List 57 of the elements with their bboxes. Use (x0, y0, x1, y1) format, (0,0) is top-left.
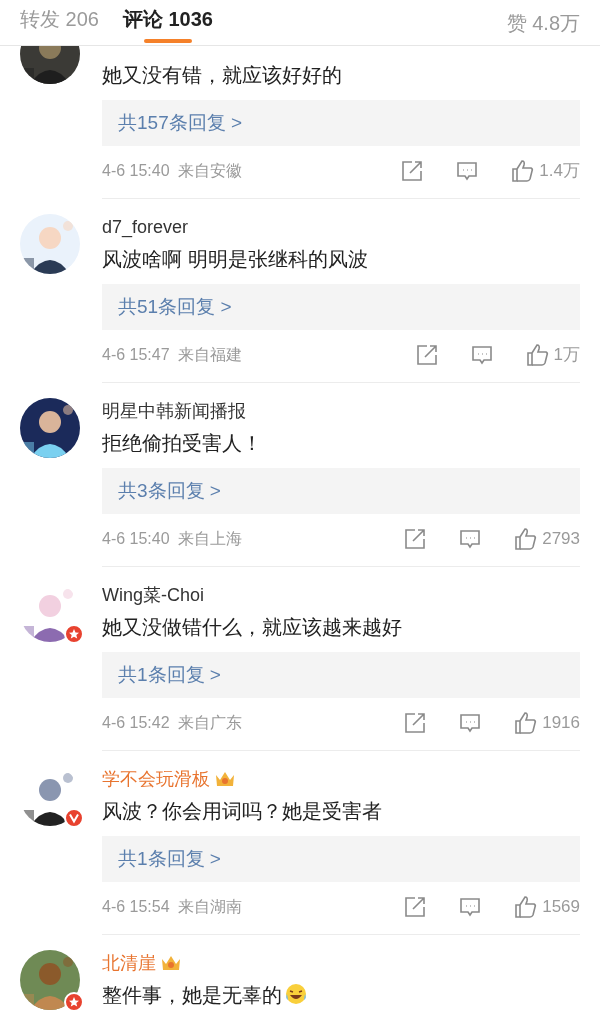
thumbs-up-icon[interactable] (514, 527, 539, 551)
replies-link[interactable]: 共3条回复 > (118, 476, 221, 506)
replies-panel[interactable]: 共3条回复 > (102, 468, 580, 514)
comment-icon[interactable] (459, 528, 482, 550)
comment-location: 来自上海 (177, 529, 242, 549)
comment-text: 风波？你会用词吗？她是受害者 (102, 800, 382, 822)
thumbs-up-icon[interactable] (514, 895, 539, 919)
user-name[interactable]: 明星中韩新闻播报 (102, 397, 246, 425)
comment-location: 来自福建 (177, 345, 242, 365)
thumbs-up-icon[interactable] (511, 159, 536, 183)
replies-link[interactable]: 共1条回复 > (118, 660, 221, 690)
user-name[interactable]: 学不会玩滑板 (102, 765, 210, 793)
comment-location: 来自广东 (177, 713, 242, 733)
share-icon[interactable] (401, 160, 424, 182)
comment-icon[interactable] (459, 896, 482, 918)
share-icon[interactable] (404, 896, 427, 918)
replies-panel[interactable]: 共51条回复 > (102, 284, 580, 330)
replies-panel[interactable]: 共1条回复 > (102, 836, 580, 882)
comment-time: 4-6 15:42 (102, 713, 170, 733)
likes-total: 赞 4.8万 (506, 10, 580, 36)
replies-link[interactable]: 共157条回复 > (118, 108, 243, 138)
user-name[interactable]: Wing菜-Choi (102, 581, 205, 609)
user-name[interactable]: 北清崖 (102, 949, 156, 977)
comment-icon[interactable] (459, 712, 482, 734)
tab[interactable]: 转发 206 (20, 0, 99, 46)
comment-text: 她又没做错什么，就应该越来越好 (102, 616, 402, 638)
share-icon[interactable] (404, 528, 427, 550)
comment-text: 整件事，她是无辜的 (102, 984, 282, 1006)
replies-link[interactable]: 共1条回复 > (118, 844, 221, 874)
like-count: 1569 (542, 896, 580, 919)
thumbs-up-icon[interactable] (514, 711, 539, 735)
comment-time: 4-6 15:54 (102, 897, 170, 917)
replies-link[interactable]: 共51条回复 > (118, 292, 232, 322)
verified-badge-icon (64, 808, 84, 828)
comment-time: 4-6 15:47 (102, 345, 170, 365)
comment-icon[interactable] (456, 160, 479, 182)
comment-time: 4-6 15:40 (102, 161, 170, 181)
comment-text: 风波啥啊 明明是张继科的风波 (102, 248, 368, 270)
thumbs-up-icon[interactable] (525, 343, 550, 367)
comment-icon[interactable] (470, 344, 493, 366)
replies-panel[interactable]: 共157条回复 > (102, 100, 580, 146)
comment-time: 4-6 15:40 (102, 529, 170, 549)
replies-panel[interactable]: 共1条回复 > (102, 652, 580, 698)
like-count: 1万 (553, 344, 580, 367)
share-icon[interactable] (415, 344, 438, 366)
like-count: 2793 (542, 528, 580, 551)
star-badge-icon (64, 624, 84, 644)
tab[interactable]: 评论 1036 (122, 0, 213, 46)
like-count: 1.4万 (539, 160, 580, 183)
like-count: 1916 (542, 712, 580, 735)
comment-location: 来自湖南 (177, 897, 242, 917)
comment-text: 拒绝偷拍受害人！ (102, 432, 262, 454)
share-icon[interactable] (404, 712, 427, 734)
comment-text: 她又没有错，就应该好好的 (102, 64, 342, 86)
star-badge-icon (64, 992, 84, 1012)
user-name[interactable]: d7_forever (102, 213, 189, 241)
comment-location: 来自安徽 (177, 161, 242, 181)
